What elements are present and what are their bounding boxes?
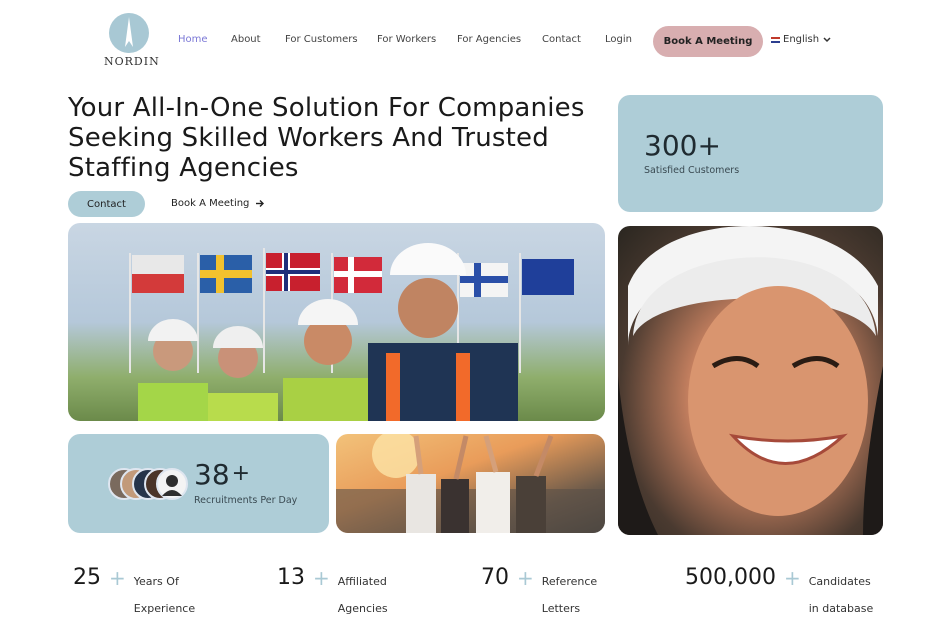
contact-button[interactable]: Contact xyxy=(68,191,145,217)
nav-item-for-workers[interactable]: For Workers xyxy=(377,34,436,45)
compass-logo-icon xyxy=(109,13,149,53)
recruitments-plus: + xyxy=(231,461,251,486)
recruitments-label: Recruitments Per Day xyxy=(194,495,298,506)
brand-logo[interactable]: NORDIN xyxy=(104,13,160,68)
smiling-worker-image xyxy=(618,226,883,535)
stat-plus: + xyxy=(517,566,534,590)
nav-item-login[interactable]: Login xyxy=(605,34,632,45)
book-meeting-button[interactable]: Book A Meeting xyxy=(653,26,763,57)
stat-value: 13 xyxy=(277,565,305,590)
stat-value: 70 xyxy=(481,565,509,590)
celebrating-people-image xyxy=(336,434,605,533)
stat-value: 500,000 xyxy=(685,565,776,590)
stat-agencies: 13 + Affiliated Agencies xyxy=(277,565,388,622)
language-label: English xyxy=(783,34,820,45)
uk-flag-icon xyxy=(771,36,780,43)
nav-item-contact[interactable]: Contact xyxy=(542,34,581,45)
customers-label: Satisfied Customers xyxy=(644,165,740,176)
hero-title: Your All-In-One Solution For Companies S… xyxy=(68,93,585,183)
customers-value: 300+ xyxy=(644,129,721,162)
nav-item-for-agencies[interactable]: For Agencies xyxy=(457,34,521,45)
nav-item-home[interactable]: Home xyxy=(178,34,208,45)
avatar-group xyxy=(108,468,188,500)
satisfied-customers-card: 300+ Satisfied Customers xyxy=(618,95,883,212)
recruitments-value: 38 xyxy=(194,458,230,491)
recruitments-card: 38 + Recruitments Per Day xyxy=(68,434,329,533)
brand-name: NORDIN xyxy=(104,55,160,68)
stat-label: Candidates in database xyxy=(808,575,874,615)
stat-reference-letters: 70 + Reference Letters xyxy=(481,565,597,622)
stat-plus: + xyxy=(783,566,801,590)
stat-candidates: 500,000 + Candidates in database xyxy=(685,565,873,622)
stat-plus: + xyxy=(109,566,126,590)
arrow-right-icon xyxy=(255,199,264,207)
nav-item-about[interactable]: About xyxy=(231,34,261,45)
stat-label: Affiliated Agencies xyxy=(337,575,388,615)
avatar xyxy=(156,468,188,500)
nav-item-for-customers[interactable]: For Customers xyxy=(285,34,358,45)
chevron-down-icon xyxy=(823,36,831,42)
stat-value: 25 xyxy=(73,565,101,590)
workers-with-flags-image xyxy=(68,223,605,421)
language-selector[interactable]: English xyxy=(771,34,832,45)
stat-label: Reference Letters xyxy=(541,575,598,615)
stat-label: Years Of Experience xyxy=(133,575,196,615)
stat-years: 25 + Years Of Experience xyxy=(73,565,195,622)
book-meeting-link-label: Book A Meeting xyxy=(171,198,250,209)
book-meeting-link[interactable]: Book A Meeting xyxy=(171,198,265,209)
stat-plus: + xyxy=(313,566,330,590)
